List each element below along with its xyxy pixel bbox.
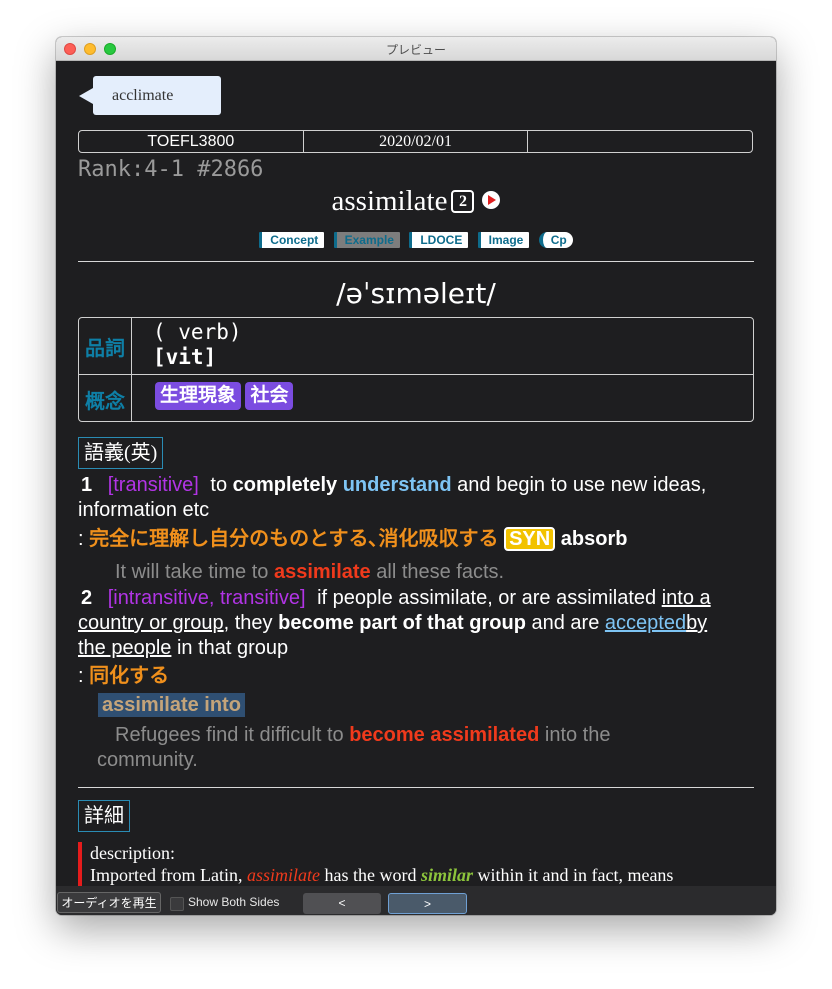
concept-tag[interactable]: 社会 [245, 382, 294, 410]
window-title: プレビュー [385, 43, 446, 57]
card-content: acclimate TOEFL3800 2020/02/01 Rank:4-1 … [56, 61, 776, 886]
headword-row: assimilate 2 [56, 185, 776, 218]
divider [78, 787, 754, 788]
example-button[interactable]: Example [333, 232, 400, 248]
next-button[interactable]: > [388, 893, 467, 914]
concept-label: 概念 [85, 391, 125, 413]
concept-tag[interactable]: 生理現象 [155, 382, 242, 410]
synonym: absorb [560, 528, 628, 550]
example-text: Refugees find it difficult to [115, 724, 344, 746]
pos-row-divider [79, 374, 753, 375]
colon: : [78, 665, 84, 687]
description-label: description: [90, 843, 175, 863]
deck-name: TOEFL3800 [147, 133, 235, 150]
description-word: assimilate [246, 865, 320, 885]
image-button[interactable]: Image [477, 232, 530, 248]
show-both-sides-label[interactable]: Show Both Sides [188, 895, 279, 909]
divider [78, 261, 754, 262]
def-text: if people assimilate, or are assimilated [317, 587, 657, 609]
def-text: and are [531, 612, 600, 634]
example-highlight: assimilate [273, 561, 371, 583]
title-bar: プレビュー [56, 37, 776, 61]
sense-number: 1 [81, 474, 93, 496]
description-part: has the word [324, 865, 417, 885]
example-2: Refugees find it difficult to become ass… [97, 723, 677, 773]
sense-2: 2 [intransitive, transitive] if people a… [78, 586, 738, 661]
sense-1: 1 [transitive] to completely understand … [78, 473, 738, 523]
headword: assimilate [331, 185, 448, 217]
pos-divider [131, 318, 132, 421]
date-cell: 2020/02/01 [302, 131, 528, 152]
example-text: It will take time to [115, 561, 269, 583]
word-tag: acclimate [79, 76, 221, 115]
def-bold: become part of that group [278, 612, 526, 634]
play-audio-icon[interactable] [482, 191, 501, 209]
grammar-code: [intransitive, transitive] [107, 587, 306, 609]
info-table: TOEFL3800 2020/02/01 [78, 130, 753, 153]
japanese-meaning: 完全に理解し自分のものとする､消化吸収する [89, 528, 499, 550]
colon: : [78, 528, 84, 550]
example-1: It will take time to assimilate all thes… [115, 560, 775, 585]
concept-list: 生理現象 社会 [155, 382, 294, 410]
description-block: description: Imported from Latin, assimi… [78, 842, 754, 886]
def-text: , they [223, 612, 273, 634]
def-keyword: understand [342, 474, 452, 496]
pronunciation: /əˈsɪməleɪt/ [336, 277, 496, 310]
collocation: assimilate into [98, 693, 758, 718]
show-both-sides-checkbox[interactable] [170, 897, 184, 911]
preview-window: プレビュー acclimate TOEFL3800 2020/02/01 Ran… [56, 37, 776, 915]
cp-button[interactable]: Cp [538, 232, 573, 248]
description-part: Imported from Latin, [90, 865, 243, 885]
extra-cell [527, 131, 752, 152]
pos-table: 品詞 ( verb) [vit] 概念 生理現象 社会 [78, 317, 754, 422]
meaning-header: 語義(英) [78, 437, 164, 469]
headword-number-badge: 2 [451, 190, 475, 213]
previous-button[interactable]: < [303, 893, 381, 914]
description-word: similar [420, 865, 473, 885]
def-text: to [210, 474, 228, 496]
grammar-code: [transitive] [107, 474, 199, 496]
def-text: in that group [176, 637, 289, 659]
pos-value: ( verb) [153, 320, 242, 344]
description-part: within it and in fact, means [477, 865, 674, 885]
sense-2-japanese: : 同化する [78, 664, 738, 689]
syn-badge: SYN [504, 527, 556, 551]
pos-grammar: [vit] [153, 345, 217, 369]
phrase-tag: assimilate into [98, 693, 245, 717]
def-bold: completely [232, 474, 338, 496]
link-buttons: Concept Example LDOCE Image Cp [56, 232, 776, 248]
concept-button[interactable]: Concept [259, 232, 325, 248]
sense-1-japanese: : 完全に理解し自分のものとする､消化吸収する SYN absorb [78, 527, 738, 552]
description-text: Imported from Latin, assimilate has the … [90, 864, 754, 886]
example-highlight: become assimilated [349, 724, 540, 746]
detail-header: 詳細 [78, 800, 130, 832]
ldoce-button[interactable]: LDOCE [409, 232, 469, 248]
japanese-meaning: 同化する [89, 665, 170, 687]
example-text: all these facts. [376, 561, 505, 583]
bottom-toolbar: オーディオを再生 Show Both Sides < > [56, 886, 776, 915]
pos-label: 品詞 [85, 338, 125, 360]
rank-label: Rank:4-1 #2866 [78, 157, 264, 182]
def-keyword: accepted [604, 612, 687, 634]
play-audio-button[interactable]: オーディオを再生 [57, 892, 161, 913]
sense-number: 2 [81, 587, 93, 609]
